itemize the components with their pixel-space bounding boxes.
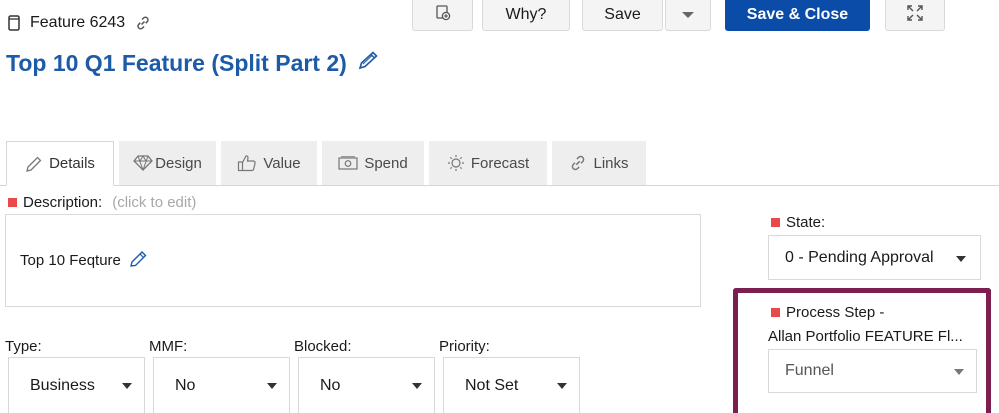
thumbs-up-icon bbox=[237, 154, 257, 172]
state-value: 0 - Pending Approval bbox=[785, 248, 934, 266]
chevron-down-icon bbox=[954, 369, 964, 375]
tab-label: Design bbox=[155, 154, 202, 172]
tab-label: Value bbox=[263, 154, 301, 172]
mmf-label: MMF: bbox=[149, 338, 188, 355]
sun-icon bbox=[447, 154, 465, 172]
money-icon bbox=[338, 156, 358, 170]
pencil-icon bbox=[25, 155, 43, 173]
mmf-value: No bbox=[175, 377, 196, 394]
page-title: Top 10 Q1 Feature (Split Part 2) bbox=[6, 50, 347, 76]
link-icon[interactable] bbox=[135, 15, 151, 31]
diamond-icon bbox=[133, 155, 154, 171]
chevron-down-icon bbox=[557, 383, 567, 389]
type-select[interactable]: Business bbox=[8, 357, 145, 413]
chevron-down-icon bbox=[412, 383, 422, 389]
folder-copy-icon bbox=[434, 4, 452, 27]
tab-spend[interactable]: Spend bbox=[322, 141, 424, 185]
process-step-label-line2: Allan Portfolio FEATURE Fl... bbox=[768, 328, 963, 345]
why-button[interactable]: Why? bbox=[482, 0, 570, 31]
description-label: Description: bbox=[23, 194, 103, 211]
tab-label: Spend bbox=[364, 154, 408, 172]
type-value: Business bbox=[30, 377, 95, 394]
copy-to-folder-button[interactable] bbox=[412, 0, 473, 31]
tab-design[interactable]: Design bbox=[119, 141, 216, 185]
description-value: Top 10 Feqture bbox=[20, 252, 121, 269]
priority-value: Not Set bbox=[465, 377, 519, 394]
state-select[interactable]: 0 - Pending Approval bbox=[768, 235, 981, 280]
process-step-select[interactable]: Funnel bbox=[768, 349, 977, 393]
save-and-close-button[interactable]: Save & Close bbox=[725, 0, 870, 31]
required-marker bbox=[8, 198, 17, 207]
chevron-down-icon bbox=[267, 383, 277, 389]
description-hint[interactable]: (click to edit) bbox=[112, 194, 196, 211]
priority-label: Priority: bbox=[439, 338, 490, 355]
tab-value[interactable]: Value bbox=[221, 141, 317, 185]
tab-forecast[interactable]: Forecast bbox=[429, 141, 547, 185]
save-button[interactable]: Save bbox=[582, 0, 663, 31]
description-field[interactable]: Top 10 Feqture bbox=[5, 214, 701, 307]
mmf-select[interactable]: No bbox=[153, 357, 290, 413]
edit-pencil-icon[interactable] bbox=[129, 250, 149, 272]
priority-select[interactable]: Not Set bbox=[443, 357, 580, 413]
chevron-down-icon bbox=[956, 256, 966, 262]
blocked-label: Blocked: bbox=[294, 338, 352, 355]
page-title-row: Top 10 Q1 Feature (Split Part 2) bbox=[6, 50, 381, 77]
process-step-label-row: Process Step - bbox=[771, 304, 884, 321]
expand-icon bbox=[906, 4, 924, 27]
feature-id-row: Feature 6243 bbox=[8, 12, 151, 34]
type-label: Type: bbox=[5, 338, 42, 355]
required-marker bbox=[771, 308, 780, 317]
save-options-dropdown-button[interactable] bbox=[665, 0, 711, 31]
edit-pencil-icon[interactable] bbox=[357, 50, 381, 77]
state-label-row: State: bbox=[771, 214, 825, 231]
state-label: State: bbox=[786, 214, 826, 231]
feature-id: Feature 6243 bbox=[30, 14, 126, 31]
link-icon bbox=[569, 154, 587, 172]
required-marker bbox=[771, 218, 780, 227]
blocked-value: No bbox=[320, 377, 341, 394]
chevron-down-icon bbox=[682, 12, 694, 18]
blocked-select[interactable]: No bbox=[298, 357, 435, 413]
tab-details[interactable]: Details bbox=[6, 141, 114, 186]
chevron-down-icon bbox=[122, 383, 132, 389]
tab-label: Details bbox=[49, 155, 95, 172]
tab-bar: Details Design Value Spend Forecast Link… bbox=[0, 141, 999, 186]
tab-label: Links bbox=[593, 154, 629, 172]
process-step-value: Funnel bbox=[785, 362, 834, 379]
description-label-row: Description: (click to edit) bbox=[8, 194, 196, 211]
tab-links[interactable]: Links bbox=[552, 141, 646, 185]
tab-label: Forecast bbox=[470, 154, 530, 172]
process-step-label: Process Step - bbox=[786, 304, 885, 321]
expand-button[interactable] bbox=[885, 0, 945, 31]
document-icon bbox=[8, 15, 20, 31]
